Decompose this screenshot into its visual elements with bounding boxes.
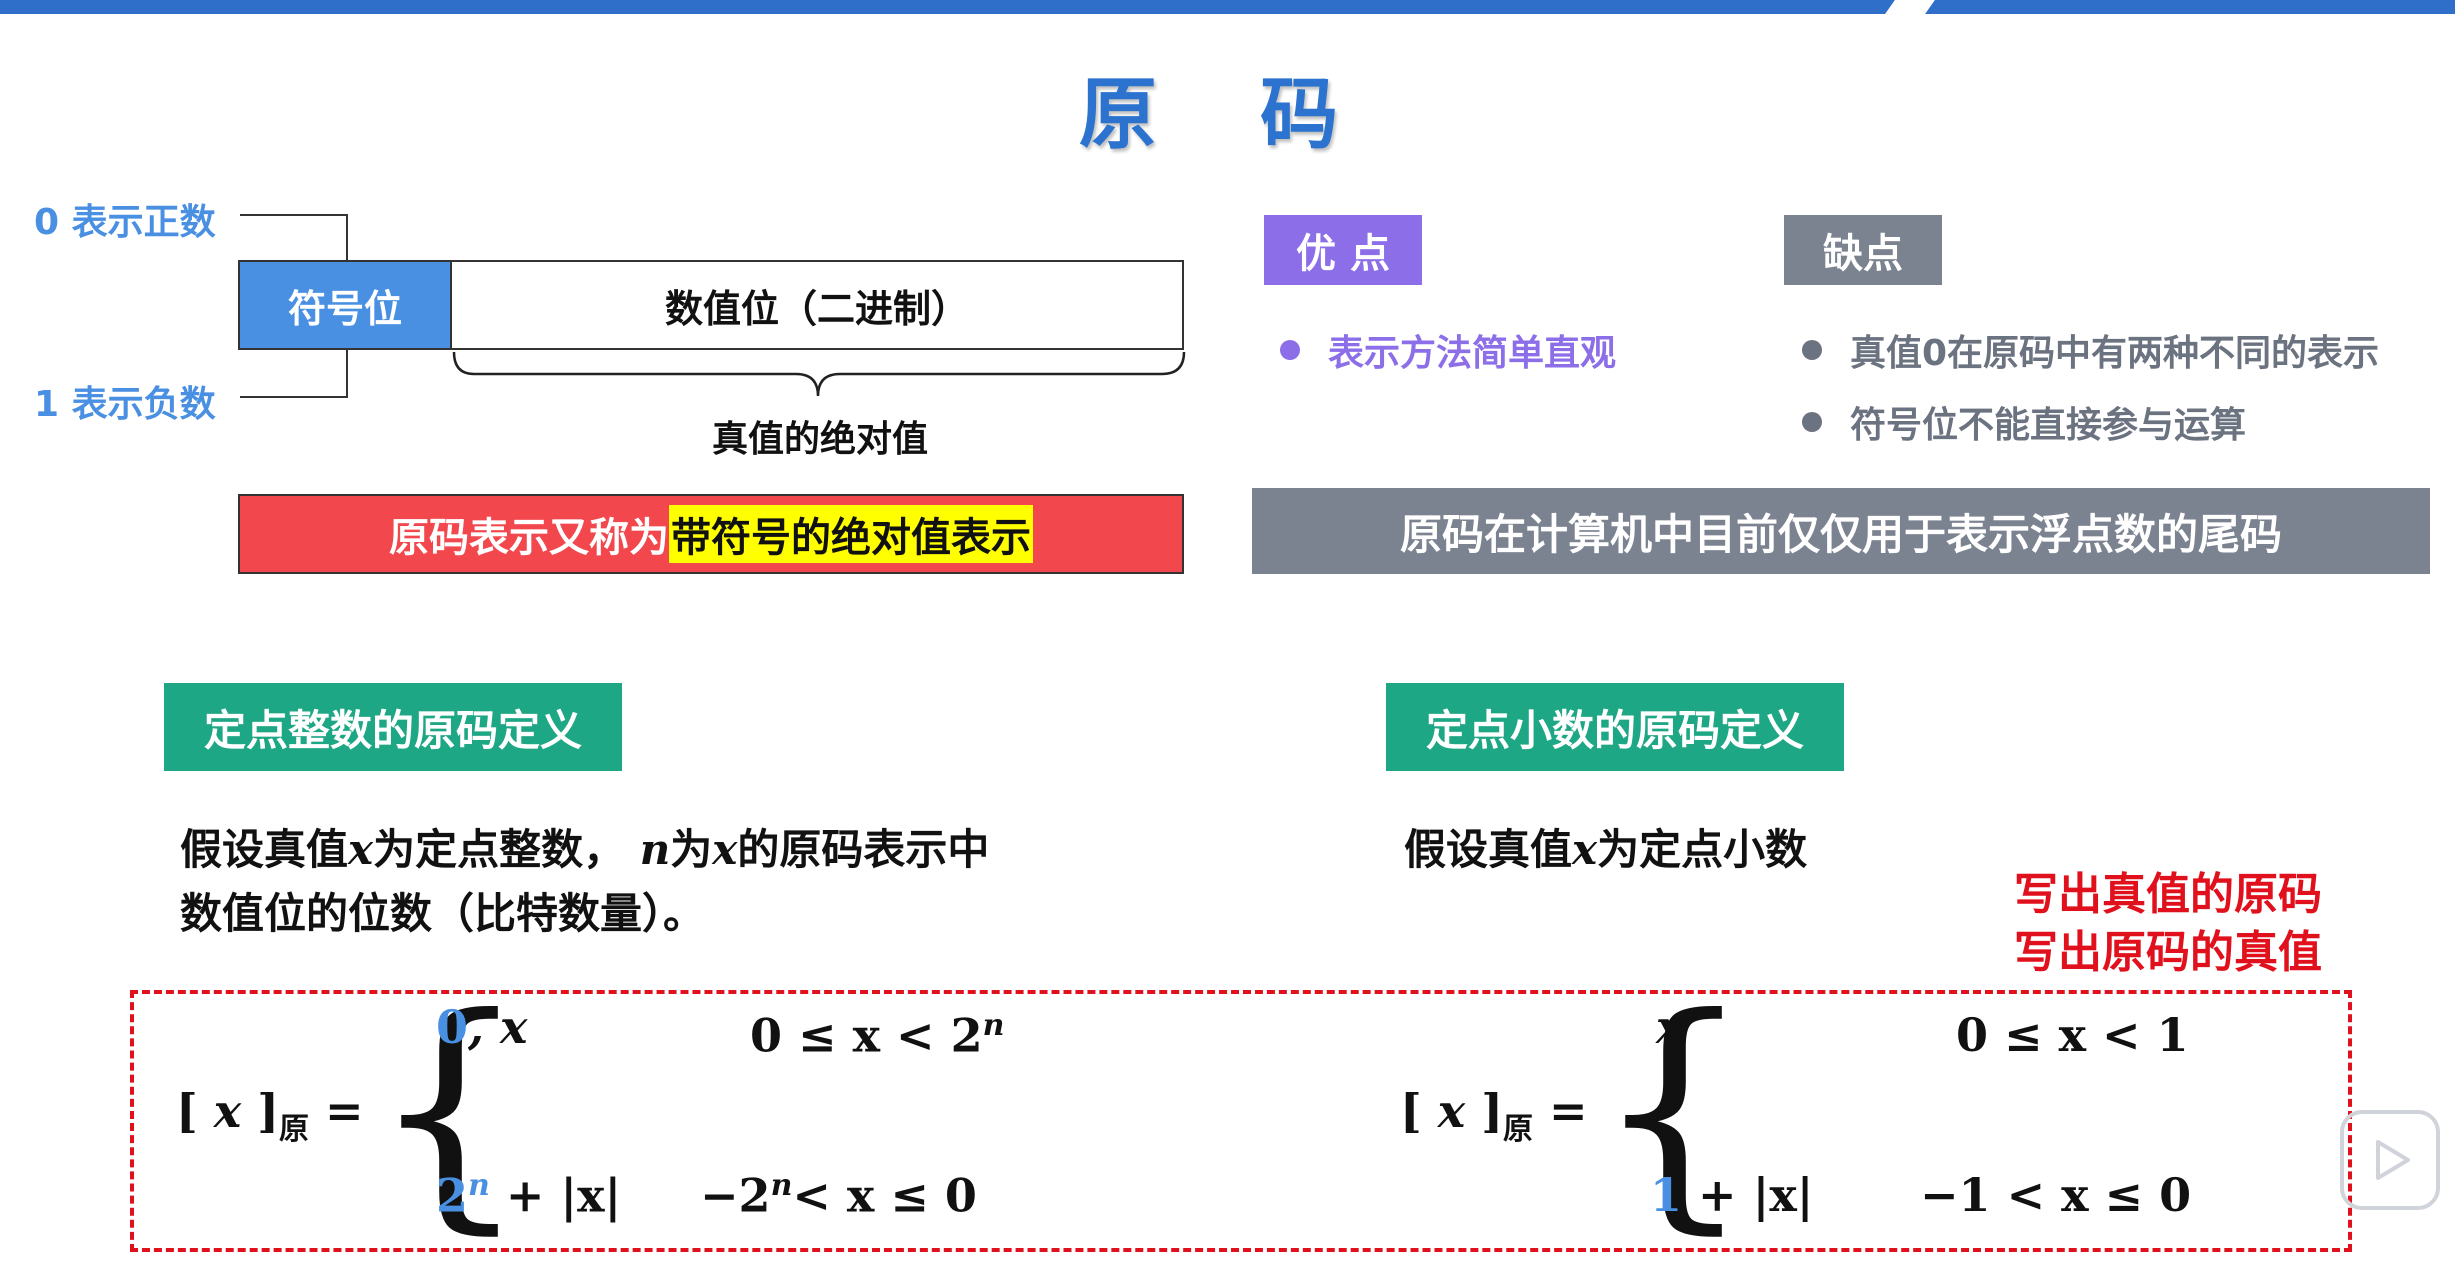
text-segment: 假设真值: [180, 825, 349, 874]
fraction-formula-lhs: [ x ]原 =: [1400, 1084, 1588, 1147]
connector-line: [346, 214, 348, 262]
text-segment: 假设真值: [1404, 825, 1573, 874]
pros-label-text: 优 点: [1296, 231, 1390, 277]
value-bits-label: 数值位（二进制）: [664, 286, 969, 331]
pros-label: 优 点: [1264, 215, 1422, 285]
integer-definition-text: 假设真值x为定点整数， n为x的原码表示中 数值位的位数（比特数量）。: [180, 818, 989, 946]
fraction-definition-label-text: 定点小数的原码定义: [1425, 705, 1804, 755]
connector-line: [240, 214, 348, 216]
formula-part: + |x|: [1682, 1168, 1814, 1222]
text-segment: 数值位的位数（比特数量）。: [180, 889, 706, 938]
text-segment: 为定点小数: [1597, 825, 1808, 874]
fraction-case2-condition: −1 < x ≤ 0: [1920, 1168, 2192, 1222]
formula-part: < x ≤ 0: [792, 1168, 977, 1223]
cons-item: 真值0在原码中有两种不同的表示: [1802, 324, 2379, 376]
bullet-dot: [1802, 340, 1822, 360]
sign-bit-box: 符号位: [238, 260, 452, 350]
value-bits-box: 数值位（二进制）: [452, 260, 1184, 350]
text-segment: 为: [670, 825, 713, 874]
curly-brace: [452, 351, 1186, 397]
bullet-dot: [1802, 412, 1822, 432]
formula-part: −2: [700, 1168, 771, 1223]
formula-subscript: 原: [1503, 1112, 1533, 1147]
fraction-case1-value: x: [1656, 1000, 1684, 1054]
pros-item-text: 表示方法简单直观: [1328, 333, 1617, 374]
cons-item: 符号位不能直接参与运算: [1802, 396, 2246, 448]
exercise-note-line: 写出真值的原码: [2014, 869, 2322, 920]
formula-part: 0 ≤ x < 2: [750, 1008, 983, 1063]
connector-line: [240, 396, 348, 398]
pros-item: 表示方法简单直观: [1280, 324, 1616, 376]
fraction-definition-text: 假设真值x为定点小数: [1404, 818, 1807, 882]
gray-banner: 原码在计算机中目前仅仅用于表示浮点数的尾码: [1252, 488, 2430, 574]
formula-part: 1: [1650, 1168, 1683, 1222]
play-button[interactable]: [2340, 1110, 2440, 1210]
integer-case2-value: 2n + |x|: [436, 1168, 621, 1222]
formula-part: , x: [468, 1000, 528, 1054]
negative-sign-label: 1 表示负数: [34, 384, 216, 425]
integer-case1-value: 0, x: [436, 1000, 527, 1054]
cons-item-text: 真值0在原码中有两种不同的表示: [1850, 333, 2380, 374]
math-variable: n: [639, 825, 671, 874]
sign-bit-label: 符号位: [287, 286, 402, 331]
exercise-note: 写出真值的原码 写出原码的真值: [1998, 866, 2338, 982]
integer-case1-condition: 0 ≤ x < 2n: [750, 1008, 1004, 1062]
exercise-note-line: 写出原码的真值: [2014, 927, 2322, 978]
bullet-dot: [1280, 340, 1300, 360]
formula-exponent: n: [982, 1008, 1005, 1043]
abs-value-label: 真值的绝对值: [711, 419, 928, 460]
fraction-case1-condition: 0 ≤ x < 1: [1956, 1008, 2189, 1062]
math-variable: x: [712, 825, 738, 874]
formula-part: 0: [436, 1000, 469, 1054]
top-bar: [0, 0, 2455, 14]
formula-subscript: 原: [279, 1112, 309, 1147]
math-variable: x: [1572, 825, 1598, 874]
integer-formula-lhs: [ x ]原 =: [176, 1084, 364, 1147]
red-banner: 原码表示又称为 带符号的绝对值表示: [238, 494, 1184, 574]
connector-line: [346, 348, 348, 398]
cons-label-text: 缺点: [1823, 231, 1903, 277]
integer-case2-condition: −2n< x ≤ 0: [700, 1168, 977, 1222]
text-segment: 为定点整数，: [373, 825, 626, 874]
page-title: 原 码: [1078, 70, 1377, 160]
integer-definition-label: 定点整数的原码定义: [164, 683, 622, 771]
gray-banner-text: 原码在计算机中目前仅仅用于表示浮点数的尾码: [1399, 509, 2282, 559]
math-variable: x: [348, 825, 374, 874]
formula-exponent: n: [468, 1168, 490, 1203]
text-segment: 的原码表示中: [737, 825, 990, 874]
red-banner-text: 原码表示又称为: [389, 515, 669, 561]
play-icon: [2376, 1140, 2410, 1180]
cons-item-text: 符号位不能直接参与运算: [1850, 405, 2247, 446]
red-banner-highlight: 带符号的绝对值表示: [669, 505, 1033, 563]
integer-definition-label-text: 定点整数的原码定义: [203, 705, 582, 755]
cons-label: 缺点: [1784, 215, 1942, 285]
fraction-case2-value: 1 + |x|: [1650, 1168, 1813, 1222]
positive-sign-label: 0 表示正数: [34, 202, 216, 243]
formula-part: 2: [436, 1168, 469, 1223]
fraction-definition-label: 定点小数的原码定义: [1386, 683, 1844, 771]
formula-part: + |x|: [489, 1168, 622, 1223]
formula-exponent: n: [770, 1168, 793, 1203]
